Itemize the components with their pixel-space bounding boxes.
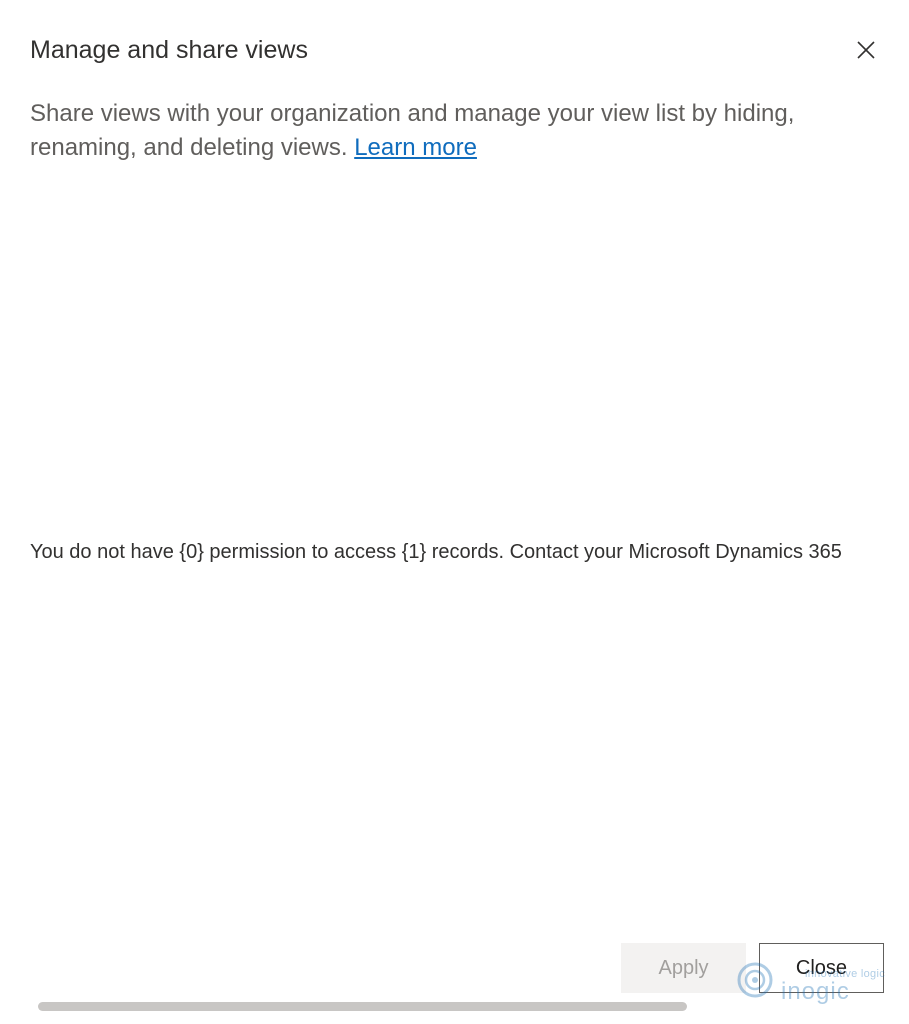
close-dialog-button[interactable] [850,34,882,66]
apply-button[interactable]: Apply [621,943,746,993]
permission-error-message: You do not have {0} permission to access… [30,541,842,563]
close-button[interactable]: Close [759,943,884,993]
manage-share-views-dialog: Manage and share views Share views with … [0,0,909,1024]
horizontal-scrollbar[interactable] [38,1002,687,1011]
dialog-title: Manage and share views [30,36,308,64]
learn-more-link[interactable]: Learn more [354,134,477,161]
dialog-description: Share views with your organization and m… [30,97,850,165]
close-icon [857,41,875,59]
